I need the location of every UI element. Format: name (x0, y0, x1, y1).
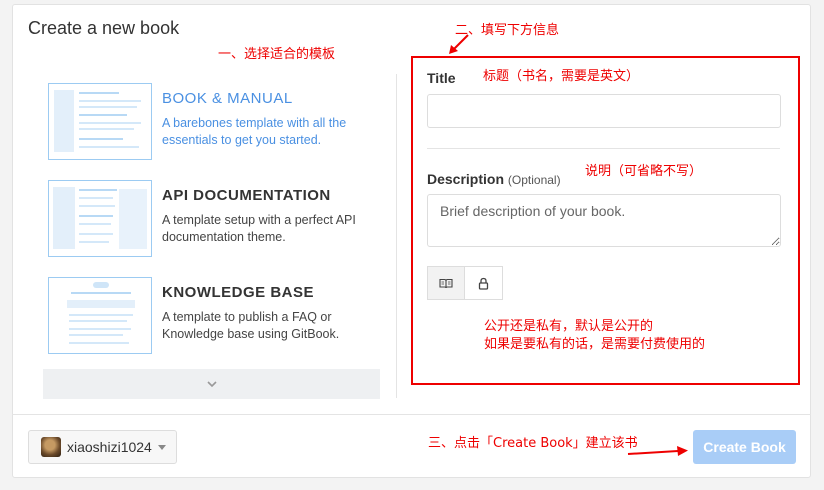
avatar (41, 437, 61, 457)
owner-dropdown[interactable]: xiaoshizi1024 (28, 430, 177, 464)
title-input[interactable] (427, 94, 781, 128)
annotation-step1: 一、选择适合的模板 (218, 47, 336, 62)
template-name: BOOK & MANUAL (162, 90, 293, 107)
template-description: A template setup with a perfect API docu… (162, 213, 356, 244)
title-label: Title (427, 70, 456, 86)
template-name: KNOWLEDGE BASE (162, 284, 315, 301)
private-button[interactable] (465, 266, 503, 300)
annotation-desc-note: 说明（可省略不写） (585, 164, 703, 179)
annotation-visibility-note-1: 公开还是私有，默认是公开的 (484, 319, 654, 334)
form-divider (427, 148, 780, 149)
annotation-arrow-right-icon (627, 446, 688, 456)
page-title: Create a new book (28, 18, 180, 38)
annotation-title-note: 标题（书名，需要是英文） (483, 69, 640, 84)
template-book-manual[interactable]: BOOK & MANUAL A barebones template with … (48, 83, 346, 160)
template-description: A template to publish a FAQ or Knowledge… (162, 310, 340, 341)
book-open-icon (439, 278, 453, 288)
annotation-step3: 三、点击「Create Book」建立该书 (428, 436, 638, 451)
owner-username: xiaoshizi1024 (67, 439, 152, 455)
column-divider (396, 74, 397, 398)
template-name: API DOCUMENTATION (162, 187, 331, 204)
show-more-templates-button[interactable] (43, 369, 380, 399)
public-button[interactable] (427, 266, 465, 300)
description-textarea[interactable] (427, 194, 781, 247)
template-thumbnail (48, 83, 152, 160)
annotation-arrow-icon (449, 34, 469, 54)
description-label-text: Description (427, 171, 505, 187)
chevron-down-icon (206, 380, 217, 387)
visibility-toggle (427, 266, 503, 300)
template-description: A barebones template with all the essent… (162, 116, 347, 147)
template-knowledge-base[interactable]: KNOWLEDGE BASE A template to publish a F… (48, 277, 339, 354)
annotation-visibility-note-2: 如果是要私有的话，是需要付费使用的 (484, 337, 706, 352)
template-api-documentation[interactable]: API DOCUMENTATION A template setup with … (48, 180, 356, 257)
create-book-button[interactable]: Create Book (693, 430, 796, 464)
caret-down-icon (157, 444, 166, 450)
lock-icon (478, 277, 489, 290)
description-label: Description (Optional) (427, 171, 561, 187)
template-thumbnail (48, 180, 152, 257)
optional-hint: (Optional) (507, 173, 561, 187)
footer-divider (12, 414, 811, 415)
template-thumbnail (48, 277, 152, 354)
